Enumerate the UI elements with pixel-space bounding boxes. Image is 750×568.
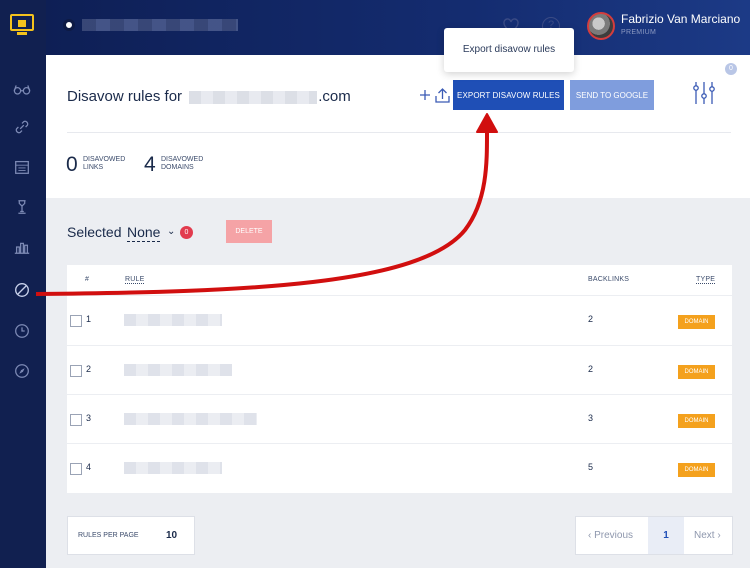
export-tooltip: Export disavow rules xyxy=(444,28,574,72)
glasses-icon[interactable] xyxy=(11,78,33,100)
rule-redacted xyxy=(124,462,222,474)
selected-dropdown[interactable]: None xyxy=(127,224,161,242)
app-logo-icon[interactable] xyxy=(10,14,34,36)
column-header-backlinks[interactable]: BACKLINKS xyxy=(588,276,629,283)
selected-label: Selected xyxy=(67,224,122,240)
column-header-rule[interactable]: RULE xyxy=(125,276,145,284)
disavowed-links-label-line2: LINKS xyxy=(83,164,104,171)
delete-button[interactable]: DELETE xyxy=(226,220,272,243)
add-upload-icon[interactable] xyxy=(418,84,452,106)
rule-redacted xyxy=(124,314,222,326)
page-title-prefix: Disavow rules for xyxy=(67,88,187,105)
current-page-button[interactable]: 1 xyxy=(648,517,684,554)
filter-count-badge: 0 xyxy=(725,63,737,75)
column-header-type[interactable]: TYPE xyxy=(696,276,716,284)
table-row[interactable]: 3 3 DOMAIN xyxy=(67,394,732,443)
export-disavow-rules-button[interactable]: EXPORT DISAVOW RULES xyxy=(453,80,564,110)
filter-settings-icon[interactable] xyxy=(692,80,716,106)
type-badge: DOMAIN xyxy=(678,463,715,477)
type-badge: DOMAIN xyxy=(678,365,715,379)
top-bar: ? Fabrizio Van Marciano ⌄ PREMIUM xyxy=(46,0,750,55)
row-backlinks: 3 xyxy=(588,413,594,423)
sidebar xyxy=(0,0,46,568)
page-title-suffix: .com xyxy=(318,88,351,105)
bar-chart-icon[interactable] xyxy=(11,236,33,258)
next-page-button[interactable]: Next › xyxy=(694,530,721,541)
row-checkbox[interactable] xyxy=(70,414,82,426)
disavowed-links-label-line1: DISAVOWED xyxy=(83,156,126,163)
link-icon[interactable] xyxy=(11,116,33,138)
rules-table: # RULE BACKLINKS TYPE 1 2 DOMAIN 2 2 DOM… xyxy=(67,265,732,493)
send-to-google-button[interactable]: SEND TO GOOGLE xyxy=(570,80,654,110)
pagination: ‹ Previous 1 Next › xyxy=(575,516,733,555)
previous-page-button[interactable]: ‹ Previous xyxy=(588,530,633,541)
column-header-num: # xyxy=(85,276,90,283)
disavowed-domains-label-line1: DISAVOWED xyxy=(161,156,204,163)
chevron-down-icon[interactable]: ⌄ xyxy=(167,226,175,237)
page-title: Disavow rules for .com xyxy=(67,88,351,105)
row-backlinks: 5 xyxy=(588,462,594,472)
user-plan-label: PREMIUM xyxy=(621,29,657,36)
type-badge: DOMAIN xyxy=(678,414,715,428)
row-number: 1 xyxy=(86,314,92,324)
domain-redacted xyxy=(189,90,318,104)
disavowed-links-label: DISAVOWED LINKS xyxy=(83,156,125,172)
row-number: 3 xyxy=(86,413,92,423)
user-name[interactable]: Fabrizio Van Marciano xyxy=(621,12,740,26)
rules-per-page-select[interactable]: RULES PER PAGE 10 xyxy=(67,516,195,555)
site-favicon-icon xyxy=(63,19,75,31)
rules-per-page-label: RULES PER PAGE xyxy=(78,532,139,539)
disavow-icon[interactable] xyxy=(11,279,33,301)
disavowed-domains-label-line2: DOMAINS xyxy=(161,164,194,171)
avatar[interactable] xyxy=(587,12,615,40)
row-number: 2 xyxy=(86,364,92,374)
calendar-icon[interactable] xyxy=(11,156,33,178)
table-row[interactable]: 1 2 DOMAIN xyxy=(67,295,732,344)
compass-icon[interactable] xyxy=(11,360,33,382)
row-checkbox[interactable] xyxy=(70,315,82,327)
type-badge: DOMAIN xyxy=(678,315,715,329)
row-checkbox[interactable] xyxy=(70,365,82,377)
rule-redacted xyxy=(124,364,232,376)
clock-icon[interactable] xyxy=(11,320,33,342)
selected-count-badge: 0 xyxy=(180,226,193,239)
row-number: 4 xyxy=(86,462,92,472)
row-backlinks: 2 xyxy=(588,364,594,374)
divider xyxy=(67,132,731,133)
disavowed-links-count: 0 xyxy=(66,153,78,176)
table-row[interactable]: 2 2 DOMAIN xyxy=(67,345,732,394)
header-card: Disavow rules for .com EXPORT DISAVOW RU… xyxy=(46,55,750,198)
rule-redacted xyxy=(124,413,257,425)
disavowed-domains-label: DISAVOWED DOMAINS xyxy=(161,156,203,172)
row-backlinks: 2 xyxy=(588,314,594,324)
row-checkbox[interactable] xyxy=(70,463,82,475)
tower-icon[interactable] xyxy=(11,196,33,218)
site-name-redacted[interactable] xyxy=(82,19,238,31)
disavowed-domains-count: 4 xyxy=(144,153,156,176)
table-row[interactable]: 4 5 DOMAIN xyxy=(67,443,732,492)
rules-per-page-value[interactable]: 10 xyxy=(166,530,177,541)
